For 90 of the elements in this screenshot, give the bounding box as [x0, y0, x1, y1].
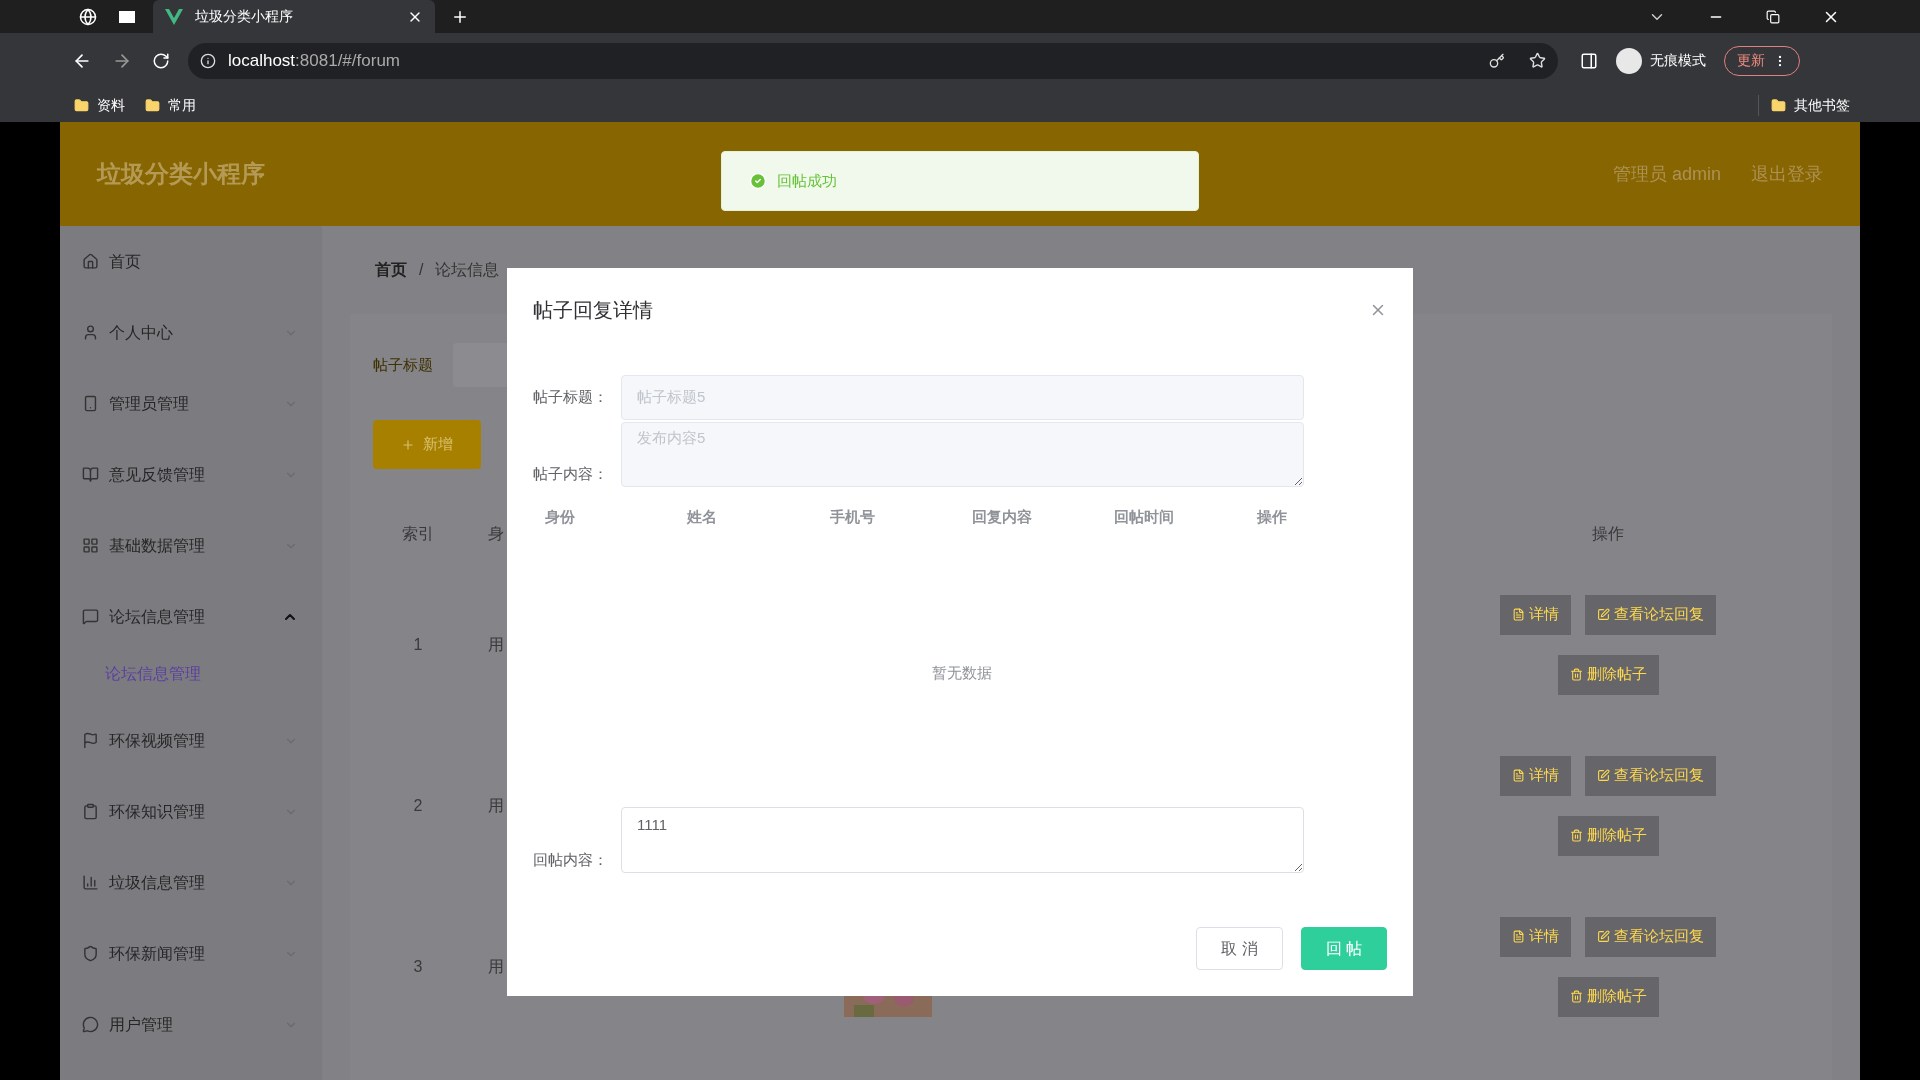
sidebar-item[interactable]: 垃圾信息管理	[60, 847, 322, 918]
folder-icon	[1771, 97, 1786, 113]
tab-icon[interactable]	[119, 10, 135, 23]
column-header: 姓名	[686, 506, 719, 527]
browser-icon[interactable]	[79, 7, 97, 26]
success-toast: 回帖成功	[721, 151, 1199, 211]
edit-icon	[1597, 930, 1610, 943]
details-button[interactable]: 详情	[1500, 594, 1571, 635]
other-bookmarks[interactable]: 其他书签	[1758, 94, 1850, 116]
browser-tab[interactable]: 垃圾分类小程序	[153, 0, 435, 33]
edit-icon	[1597, 608, 1610, 621]
user-icon	[82, 324, 99, 341]
breadcrumb-separator: /	[419, 260, 424, 280]
edit-icon	[1597, 769, 1610, 782]
url-text: localhost:8081/#/forum	[228, 49, 400, 72]
field-label: 帖子内容：	[533, 463, 609, 484]
column-header: 回复内容	[971, 506, 1033, 527]
delete-post-button[interactable]: 删除帖子	[1557, 976, 1659, 1017]
incognito-label: 无痕模式	[1650, 51, 1706, 70]
field-label: 帖子标题：	[533, 387, 609, 408]
reload-icon[interactable]	[152, 51, 170, 70]
add-button[interactable]: 新增	[373, 420, 481, 469]
site-info-icon[interactable]	[200, 52, 216, 69]
details-button[interactable]: 详情	[1500, 755, 1571, 796]
details-button[interactable]: 详情	[1500, 916, 1571, 957]
breadcrumb-item[interactable]: 首页	[375, 258, 407, 282]
column-header: 身份	[544, 506, 576, 527]
column-header: 手机号	[828, 506, 876, 527]
column-header: 回帖时间	[1113, 506, 1176, 527]
bookmark[interactable]: 资料	[74, 94, 125, 116]
document-icon	[1512, 608, 1525, 621]
sidebar-item[interactable]: 基础数据管理	[60, 510, 322, 581]
sidebar-item[interactable]: 环保视频管理	[60, 705, 322, 776]
breadcrumb-item[interactable]: 论坛信息	[435, 258, 500, 282]
empty-text: 暂无数据	[932, 663, 992, 684]
sidebar-item[interactable]: 首页	[60, 226, 322, 297]
clipboard-icon	[82, 803, 99, 820]
folder-icon	[74, 97, 89, 113]
sidebar-item[interactable]: 用户管理	[60, 989, 322, 1060]
admin-label: 管理员 admin	[1612, 162, 1721, 186]
chat-icon	[82, 1016, 99, 1033]
delete-post-button[interactable]: 删除帖子	[1557, 815, 1659, 856]
home-icon	[82, 253, 99, 270]
table-cell-text: 用	[488, 634, 504, 655]
table-cell-text: 1	[413, 634, 423, 655]
sidebar-item[interactable]: 个人中心	[60, 297, 322, 368]
chat-icon	[82, 608, 99, 625]
book-icon	[82, 466, 99, 483]
dialog-title: 帖子回复详情	[533, 298, 653, 323]
flag-icon	[82, 732, 99, 749]
app-title: 垃圾分类小程序	[97, 159, 265, 189]
column-header: 操作	[1255, 506, 1288, 527]
delete-post-button[interactable]: 删除帖子	[1557, 654, 1659, 695]
document-icon	[1512, 769, 1525, 782]
vue-logo-icon	[165, 8, 183, 25]
tab-title: 垃圾分类小程序	[195, 7, 293, 26]
sidebar-item[interactable]: 环保知识管理	[60, 776, 322, 847]
side-panel-icon[interactable]	[1580, 51, 1598, 70]
table-cell-text: 3	[413, 956, 423, 977]
restore-icon[interactable]	[1766, 9, 1780, 24]
document-icon	[1512, 930, 1525, 943]
column-header: 操作	[1591, 524, 1625, 544]
cancel-button[interactable]: 取 消	[1196, 927, 1283, 970]
phone-icon	[82, 395, 99, 412]
bookmark-star-icon[interactable]	[1529, 52, 1546, 69]
table-cell-text: 用	[488, 956, 504, 977]
trash-icon	[1569, 990, 1583, 1003]
view-replies-button[interactable]: 查看论坛回复	[1585, 916, 1716, 957]
shield-icon	[82, 945, 99, 962]
success-icon	[749, 172, 767, 190]
search-label: 帖子标题	[373, 354, 433, 375]
bookmark[interactable]: 常用	[145, 94, 196, 116]
field-label: 回帖内容：	[533, 849, 609, 870]
folder-icon	[145, 97, 160, 113]
trash-icon	[1569, 668, 1583, 681]
table-cell-text: 2	[413, 795, 423, 816]
plus-icon	[401, 437, 415, 452]
sidebar-item[interactable]: 意见反馈管理	[60, 439, 322, 510]
sidebar-item[interactable]: 环保新闻管理	[60, 918, 322, 989]
reply-field[interactable]: 1111	[621, 807, 1304, 873]
view-replies-button[interactable]: 查看论坛回复	[1585, 755, 1716, 796]
bar-chart-icon	[82, 874, 99, 891]
grid-icon	[82, 537, 99, 554]
view-replies-button[interactable]: 查看论坛回复	[1585, 594, 1716, 635]
address-bar[interactable]: localhost:8081/#/forum	[188, 42, 1558, 79]
trash-icon	[1569, 829, 1583, 842]
table-cell-text: 用	[488, 795, 504, 816]
key-icon[interactable]	[1489, 52, 1505, 69]
column-header: 索引	[401, 524, 435, 544]
sidebar-item[interactable]: 管理员管理	[60, 368, 322, 439]
